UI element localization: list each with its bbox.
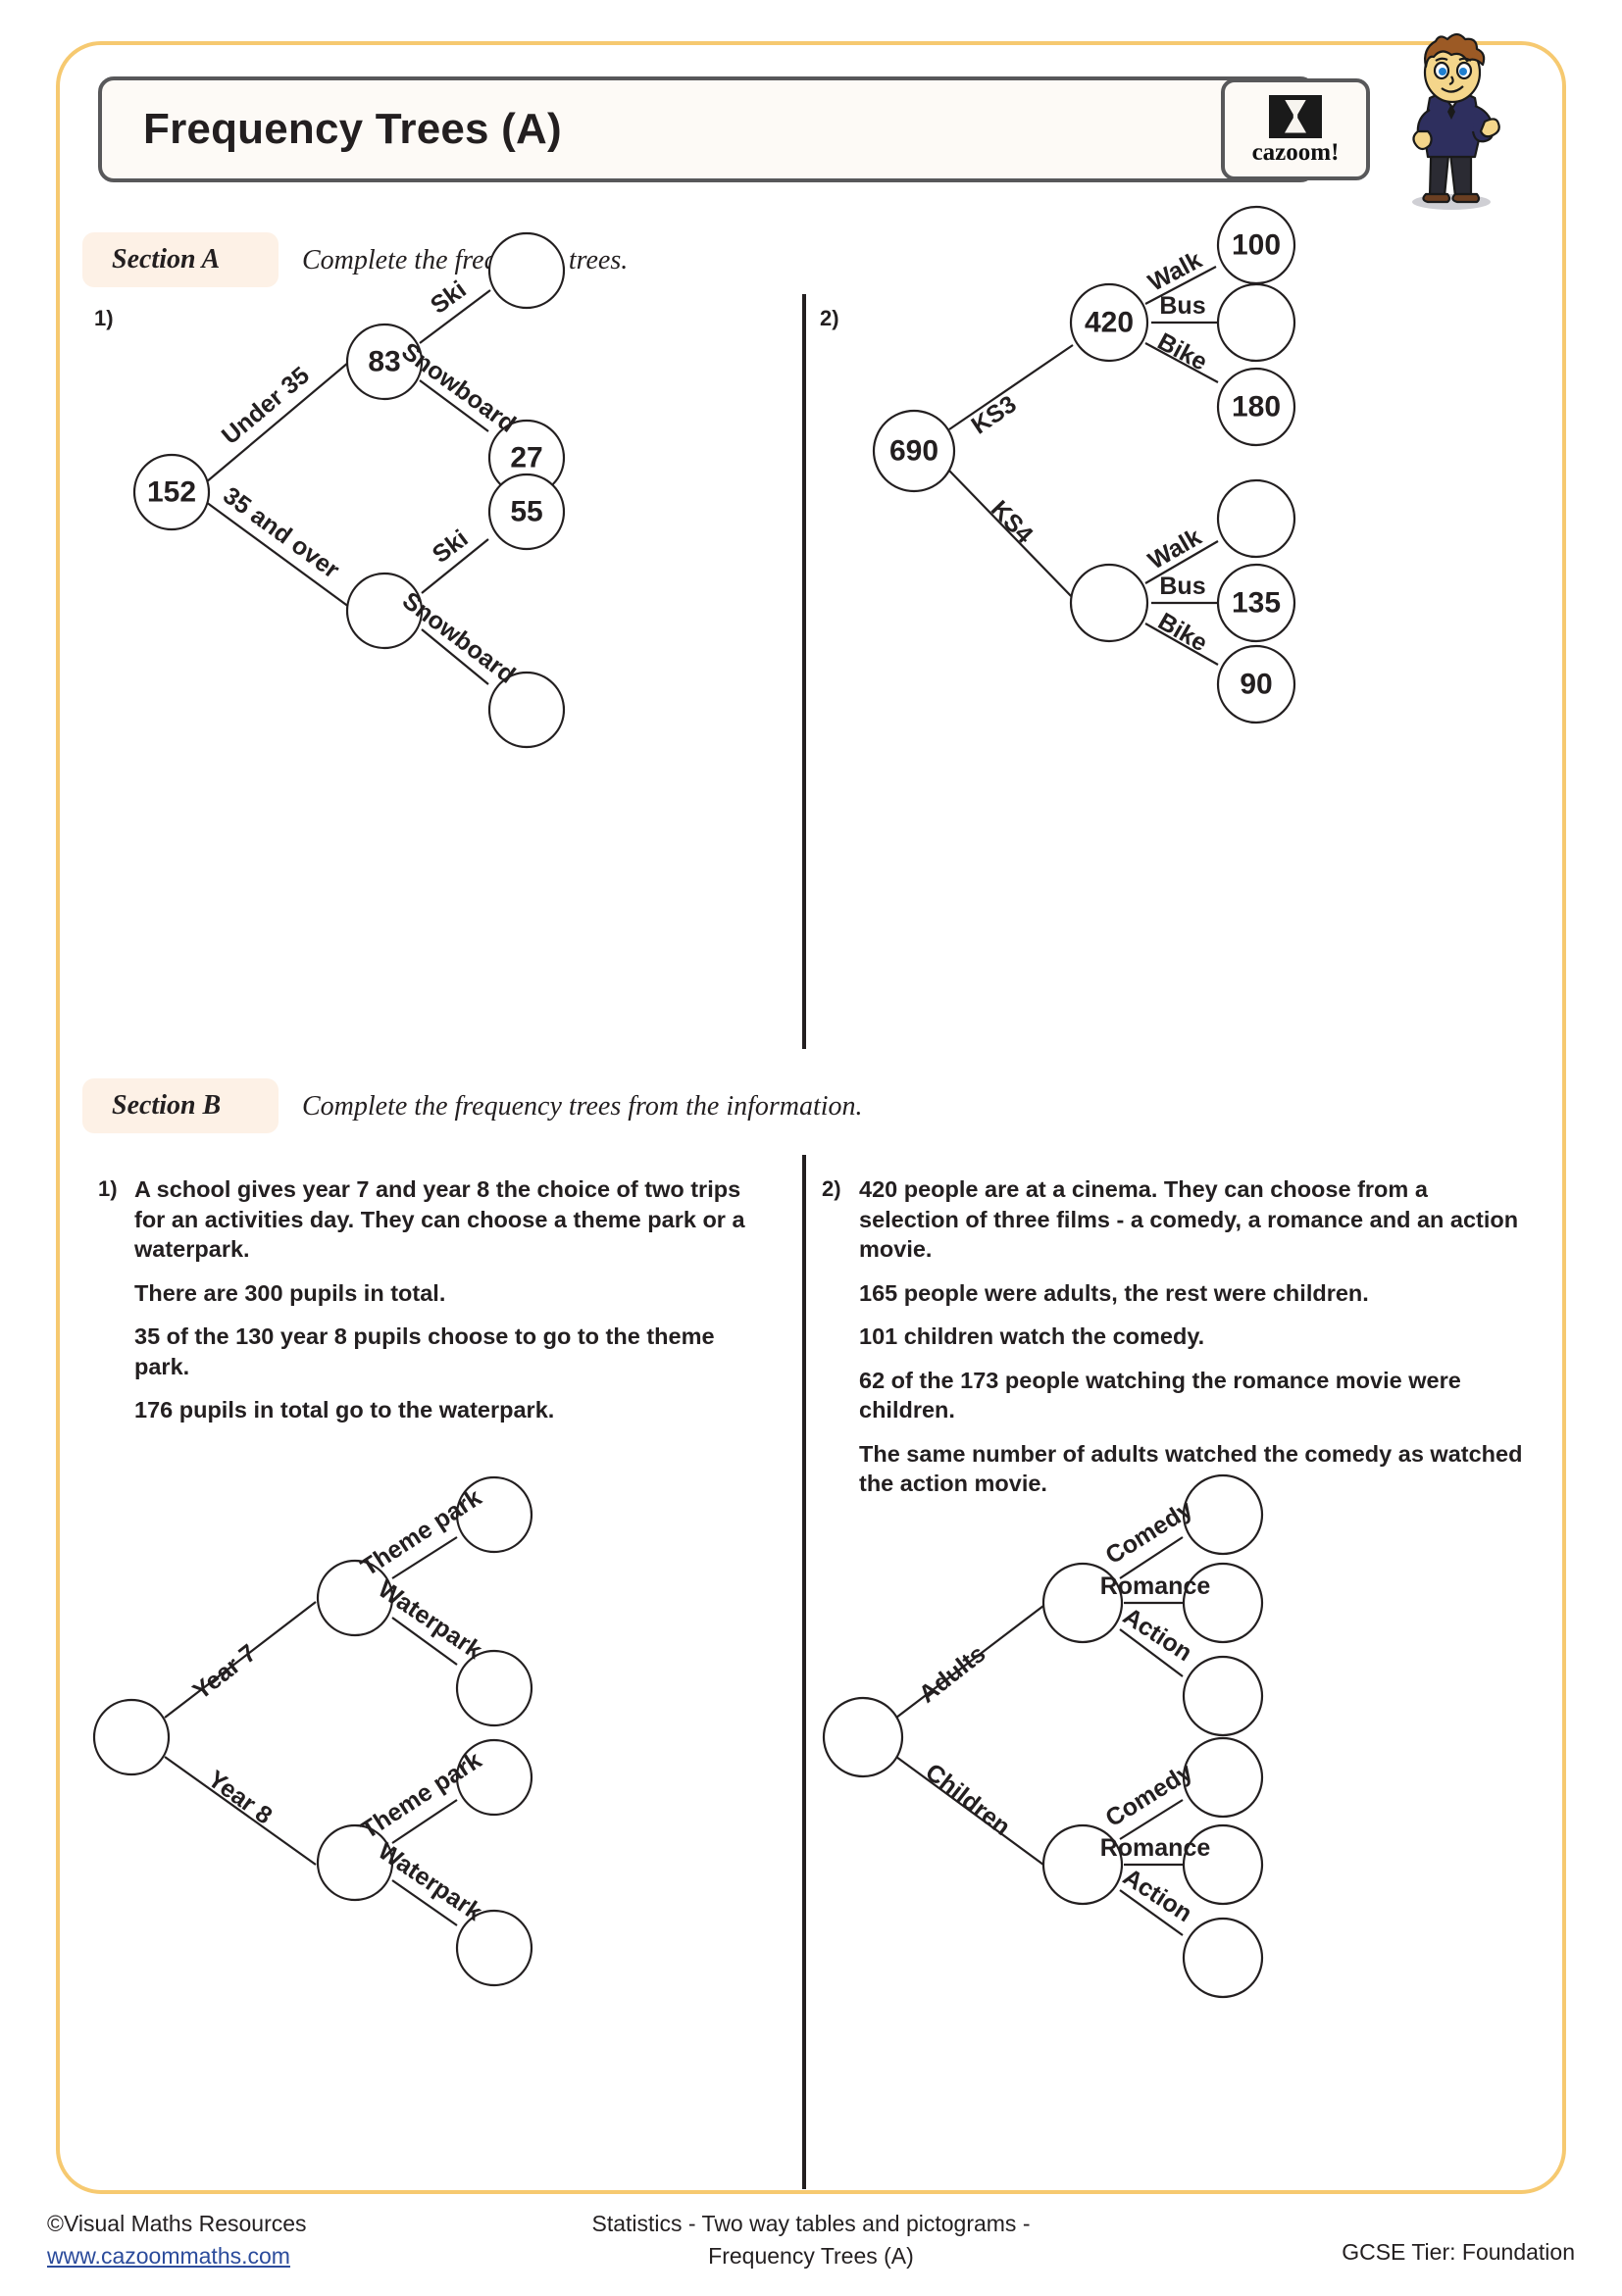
cazoom-logo: cazoom! <box>1221 78 1370 180</box>
tree-leaf-3-value: 180 <box>1232 391 1281 424</box>
tree-node-root-value: 152 <box>147 476 196 509</box>
tree-leaf-5-value: 135 <box>1232 587 1281 620</box>
tree-edge-label-branch1: Adults <box>914 1640 991 1709</box>
section-b-q2-para1: 420 people are at a cinema. They can cho… <box>859 1176 1519 1263</box>
tree-edge-label-branch1: Under 35 <box>217 362 315 450</box>
tree-edge-label-leaf4: Snowboard <box>397 586 521 688</box>
section-a-q1-frequency-tree: 152 83 27 55 Under 35 35 and over Ski Sn… <box>132 231 566 749</box>
section-b-q2-number: 2) <box>822 1176 841 1201</box>
section-b-q1-frequency-tree: Year 7 Year 8 Theme park Waterpark Theme… <box>92 1475 533 1987</box>
tree-edge-label-leaf6: Bike <box>1153 608 1212 658</box>
cazoom-logo-text: cazoom! <box>1251 138 1340 166</box>
footer-tier: GCSE Tier: Foundation <box>1342 2239 1575 2265</box>
tree-edge-label-leaf3: Ski <box>428 524 474 569</box>
tree-leaf-1-value: 100 <box>1232 229 1281 262</box>
tree-edge-label-leaf5: Bus <box>1159 573 1205 600</box>
tree-node-root <box>92 1698 171 1776</box>
mascot-boy-illustration <box>1412 32 1500 210</box>
tree-node-root <box>822 1696 904 1778</box>
section-a-instruction: Complete the frequency trees. <box>302 245 629 275</box>
worksheet-title-bar: Frequency Trees (A) <box>98 76 1316 182</box>
tree-edge-label-branch2: Children <box>920 1758 1015 1840</box>
page-footer: ©Visual Maths Resources www.cazoommaths.… <box>0 2208 1622 2296</box>
tree-leaf-2 <box>1216 282 1296 363</box>
tree-edge-label-branch2: KS4 <box>986 495 1039 549</box>
section-a-chip: Section A <box>82 232 279 287</box>
footer-topic-line1: Statistics - Two way tables and pictogra… <box>591 2211 1031 2236</box>
tree-edge-label-leaf5: Romance <box>1100 1834 1211 1862</box>
section-b-q1-para3: 35 of the 130 year 8 pupils choose to go… <box>134 1323 715 1379</box>
section-b-q2-para3: 101 children watch the comedy. <box>859 1323 1205 1350</box>
tree-edge-label-leaf2: Romance <box>1100 1572 1211 1600</box>
tree-edge-label-leaf3: Bike <box>1153 327 1212 376</box>
section-b-instruction: Complete the frequency trees from the in… <box>302 1091 863 1122</box>
tree-leaf-3-value: 55 <box>510 496 542 528</box>
section-b-q1-text: A school gives year 7 and year 8 the cho… <box>134 1174 772 1425</box>
section-a-label: Section A <box>112 244 221 275</box>
section-b-column-divider <box>802 1155 806 2189</box>
tree-leaf-1 <box>487 231 566 310</box>
section-b-q1-para1: A school gives year 7 and year 8 the cho… <box>134 1176 745 1263</box>
tree-leaf-2-value: 27 <box>510 442 542 474</box>
page-title: Frequency Trees (A) <box>143 105 562 153</box>
tree-leaf-4 <box>1182 1736 1264 1819</box>
tree-edge-label-leaf2: Waterpark <box>373 1575 486 1665</box>
section-b-q1-number: 1) <box>98 1176 118 1201</box>
hourglass-icon <box>1269 94 1322 138</box>
tree-leaf-6 <box>1182 1917 1264 1999</box>
tree-node-root-value: 690 <box>889 435 938 468</box>
tree-edge-label-branch2: 35 and over <box>218 481 344 583</box>
section-b-label: Section B <box>112 1090 222 1121</box>
tree-edge-label-branch2: Year 8 <box>203 1766 278 1830</box>
section-b-chip: Section B <box>82 1078 279 1133</box>
tree-leaf-3 <box>1182 1655 1264 1737</box>
section-a-q2-frequency-tree: 690 420 100 180 135 90 KS3 KS4 Walk Bus … <box>872 205 1296 724</box>
tree-leaf-1 <box>1182 1473 1264 1556</box>
tree-leaf-6-value: 90 <box>1240 669 1272 701</box>
tree-node-branch1-value: 83 <box>368 346 400 378</box>
section-b-q2-para2: 165 people were adults, the rest were ch… <box>859 1279 1369 1306</box>
section-b-q2-frequency-tree: Adults Children Comedy Romance Action Co… <box>822 1473 1264 1999</box>
tree-leaf-4 <box>1216 478 1296 559</box>
tree-edge-label-branch1: Year 7 <box>187 1639 261 1705</box>
tree-node-branch1-value: 420 <box>1085 307 1134 339</box>
tree-edge-label-leaf2: Snowboard <box>396 337 521 438</box>
tree-node-branch2 <box>1069 563 1149 643</box>
tree-edge-label-leaf4: Waterpark <box>373 1837 486 1926</box>
tree-edge-label-leaf2: Bus <box>1159 292 1205 320</box>
section-b-q1-para2: There are 300 pupils in total. <box>134 1279 446 1306</box>
section-a-column-divider <box>802 294 806 1049</box>
tree-edge-label-branch1: KS3 <box>967 390 1022 439</box>
